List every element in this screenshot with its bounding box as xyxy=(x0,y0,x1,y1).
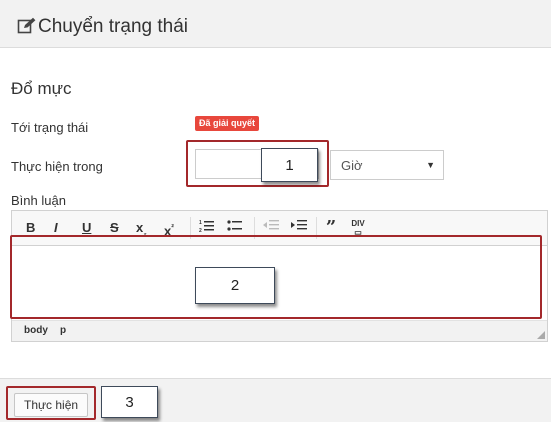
section-title: Đổ mực xyxy=(11,79,72,98)
to-status-label: Tới trạng thái xyxy=(11,120,89,135)
path-body[interactable]: body xyxy=(24,325,48,336)
edit-icon xyxy=(17,17,36,34)
path-p[interactable]: p xyxy=(60,325,66,336)
callout-2: 2 xyxy=(195,267,275,304)
unit-select[interactable]: Giờ ▼ xyxy=(330,150,444,180)
highlight-box-3 xyxy=(6,386,96,420)
dialog-header: Chuyển trạng thái xyxy=(0,0,551,48)
resize-handle-icon[interactable] xyxy=(537,331,545,339)
unit-select-value: Giờ xyxy=(341,158,363,173)
dialog-title: Chuyển trạng thái xyxy=(38,16,188,37)
duration-label: Thực hiện trong xyxy=(11,159,103,174)
svg-text:2: 2 xyxy=(199,228,202,233)
chevron-down-icon: ▼ xyxy=(426,160,435,170)
comment-label: Bình luận xyxy=(11,193,66,208)
editor-statusbar: body p xyxy=(12,320,547,341)
callout-3: 3 xyxy=(101,386,158,418)
highlight-box-2 xyxy=(10,235,542,319)
status-badge: Đã giải quyết xyxy=(195,116,260,131)
callout-1: 1 xyxy=(261,148,318,182)
svg-text:1: 1 xyxy=(199,220,202,226)
